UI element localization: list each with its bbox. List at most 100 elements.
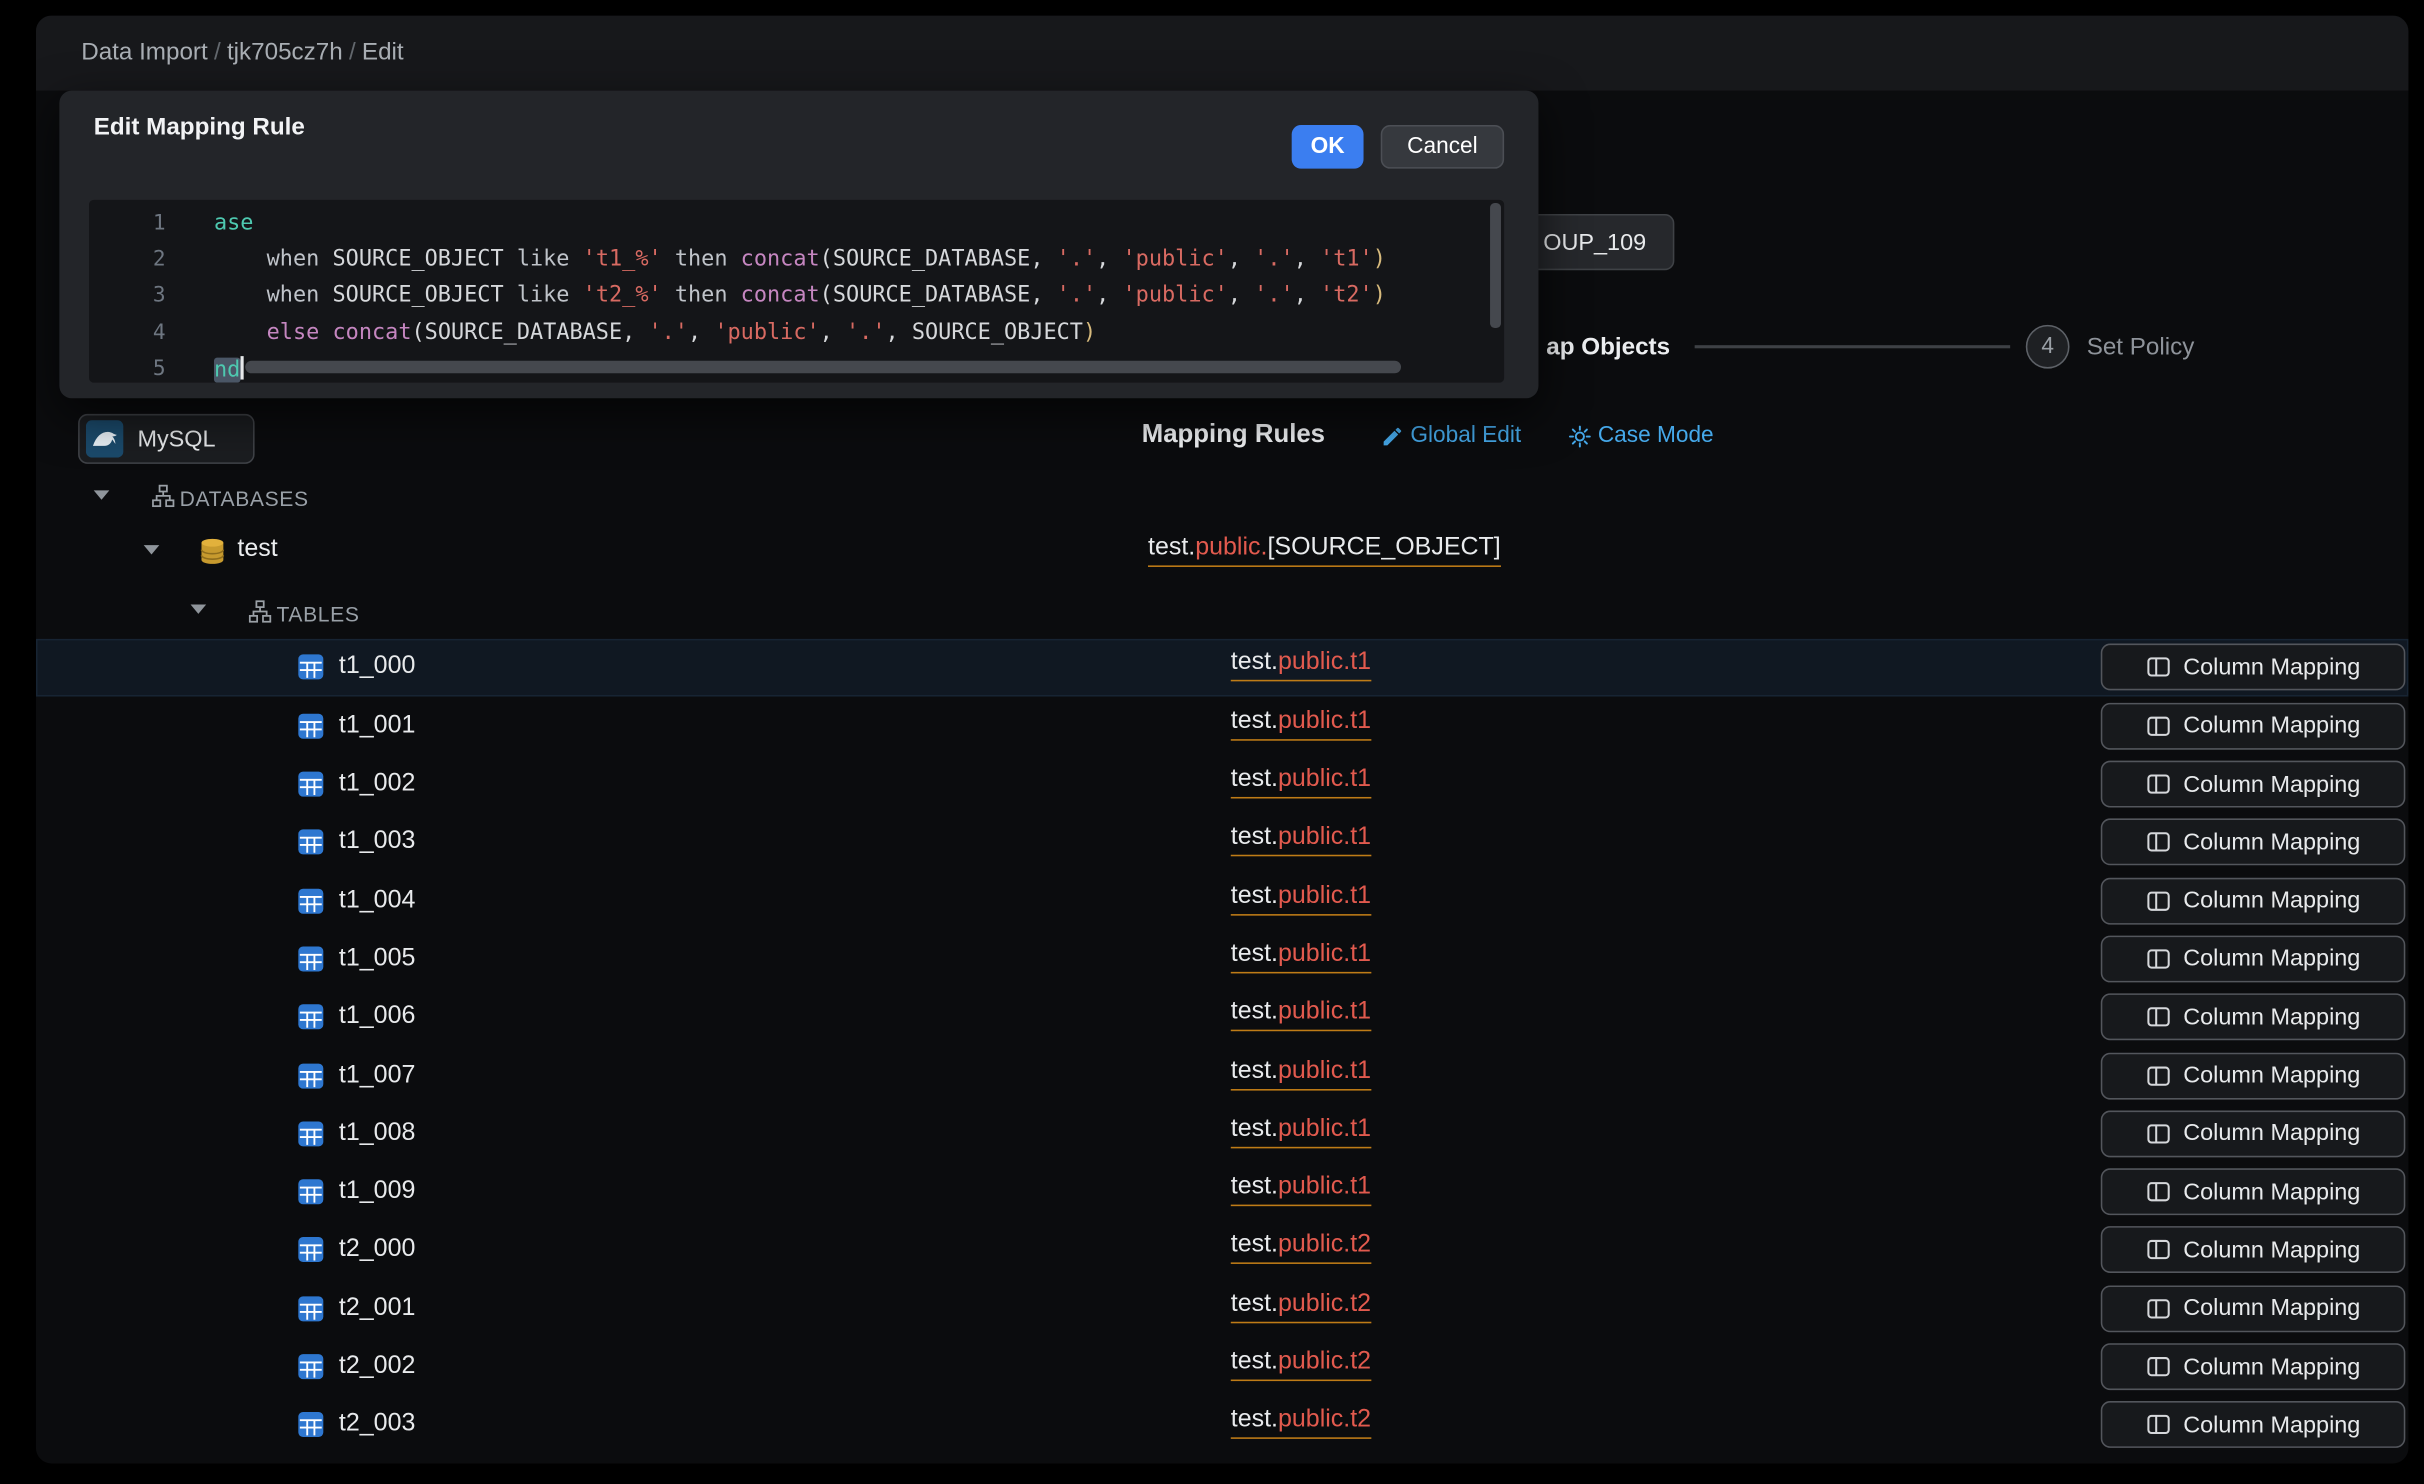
code-text: ase [166, 210, 254, 235]
code-lines: 1ase2 when SOURCE_OBJECT like 't1_%' the… [89, 205, 1504, 383]
table-row[interactable]: t1_009 test.public.t1 Column Mapping [36, 1163, 2409, 1221]
column-mapping-button[interactable]: Column Mapping [2101, 1401, 2406, 1448]
code-line: 2 when SOURCE_OBJECT like 't1_%' then co… [89, 241, 1504, 278]
breadcrumb-separator: / [349, 39, 356, 67]
row-mapping[interactable]: test.public.t1 [1231, 649, 1371, 682]
table-icon [297, 770, 325, 798]
row-mapping[interactable]: test.public.t1 [1231, 882, 1371, 915]
column-mapping-label: Column Mapping [2183, 1120, 2360, 1147]
table-icon [297, 1120, 325, 1148]
modal-title: Edit Mapping Rule [94, 114, 305, 142]
column-mapping-icon [2146, 1354, 2171, 1379]
column-mapping-button[interactable]: Column Mapping [2101, 994, 2406, 1041]
column-mapping-icon [2146, 1296, 2171, 1321]
table-icon [297, 887, 325, 915]
table-row[interactable]: t2_002 test.public.t2 Column Mapping [36, 1338, 2409, 1396]
table-row[interactable]: t2_000 test.public.t2 Column Mapping [36, 1221, 2409, 1279]
table-row[interactable]: t1_000 test.public.t1 Column Mapping [36, 638, 2409, 696]
column-mapping-button[interactable]: Column Mapping [2101, 644, 2406, 691]
code-line: 1ase [89, 205, 1504, 242]
code-editor[interactable]: 1ase2 when SOURCE_OBJECT like 't1_%' the… [89, 200, 1504, 383]
table-icon [297, 1061, 325, 1089]
table-row[interactable]: t1_005 test.public.t1 Column Mapping [36, 930, 2409, 988]
global-edit-button[interactable]: Global Edit [1381, 423, 1521, 448]
column-mapping-button[interactable]: Column Mapping [2101, 1168, 2406, 1215]
table-row[interactable]: t1_004 test.public.t1 Column Mapping [36, 872, 2409, 930]
database-icon [198, 537, 226, 565]
table-icon [297, 654, 325, 682]
table-row[interactable]: t1_006 test.public.t1 Column Mapping [36, 988, 2409, 1046]
row-mapping[interactable]: test.public.t1 [1231, 1057, 1371, 1090]
case-mode-label: Case Mode [1598, 423, 1714, 448]
column-mapping-button[interactable]: Column Mapping [2101, 702, 2406, 749]
row-mapping[interactable]: test.public.t1 [1231, 766, 1371, 799]
column-mapping-button[interactable]: Column Mapping [2101, 819, 2406, 866]
source-db-chip[interactable]: MySQL [78, 414, 254, 464]
case-mode-button[interactable]: Case Mode [1568, 423, 1714, 448]
column-mapping-button[interactable]: Column Mapping [2101, 1285, 2406, 1332]
table-name: t1_007 [339, 1061, 415, 1089]
row-mapping[interactable]: test.public.t2 [1231, 1348, 1371, 1381]
row-mapping[interactable]: test.public.t1 [1231, 999, 1371, 1032]
table-name: t2_001 [339, 1294, 415, 1322]
code-text: when SOURCE_OBJECT like 't1_%' then conc… [166, 247, 1386, 272]
row-mapping[interactable]: test.public.t2 [1231, 1290, 1371, 1323]
column-mapping-button[interactable]: Column Mapping [2101, 935, 2406, 982]
column-mapping-icon [2146, 772, 2171, 797]
ok-button[interactable]: OK [1292, 125, 1364, 169]
table-row[interactable]: t2_001 test.public.t2 Column Mapping [36, 1279, 2409, 1337]
breadcrumb-item[interactable]: Edit [362, 39, 404, 67]
tables-group-label: TABLES [276, 603, 359, 626]
row-mapping[interactable]: test.public.t2 [1231, 1232, 1371, 1265]
table-name: t1_008 [339, 1120, 415, 1148]
table-rows: t1_000 test.public.t1 Column Mapping t1_… [36, 638, 2409, 1454]
table-name: t1_009 [339, 1178, 415, 1206]
table-row[interactable]: t1_008 test.public.t1 Column Mapping [36, 1105, 2409, 1163]
caret-down-icon[interactable] [191, 604, 207, 613]
caret-down-icon[interactable] [144, 545, 160, 554]
code-line: 5nd [89, 351, 1504, 383]
table-icon [297, 712, 325, 740]
column-mapping-icon [2146, 1238, 2171, 1263]
column-mapping-label: Column Mapping [2183, 654, 2360, 681]
wizard-step4-label-text: Set Policy [2087, 334, 2195, 362]
table-row[interactable]: t2_003 test.public.t2 Column Mapping [36, 1396, 2409, 1454]
row-mapping[interactable]: test.public.t1 [1231, 824, 1371, 857]
table-row[interactable]: t1_001 test.public.t1 Column Mapping [36, 697, 2409, 755]
column-mapping-button[interactable]: Column Mapping [2101, 1343, 2406, 1390]
column-mapping-button[interactable]: Column Mapping [2101, 1110, 2406, 1157]
group-tag-label: OUP_109 [1543, 229, 1646, 256]
sitemap-icon [152, 484, 175, 507]
table-icon [297, 828, 325, 856]
column-mapping-icon [2146, 830, 2171, 855]
row-mapping[interactable]: test.public.t1 [1231, 941, 1371, 974]
database-name[interactable]: test [237, 536, 277, 564]
code-text: when SOURCE_OBJECT like 't2_%' then conc… [166, 283, 1386, 308]
column-mapping-label: Column Mapping [2183, 1412, 2360, 1439]
source-db-label: MySQL [137, 426, 215, 453]
cancel-button[interactable]: Cancel [1381, 125, 1504, 169]
row-mapping[interactable]: test.public.t1 [1231, 1174, 1371, 1207]
column-mapping-button[interactable]: Column Mapping [2101, 877, 2406, 924]
column-mapping-button[interactable]: Column Mapping [2101, 1227, 2406, 1274]
breadcrumb-item[interactable]: Data Import [81, 39, 207, 67]
column-mapping-button[interactable]: Column Mapping [2101, 1052, 2406, 1099]
vertical-scrollbar[interactable] [1490, 203, 1501, 328]
table-row[interactable]: t1_007 test.public.t1 Column Mapping [36, 1046, 2409, 1104]
database-mapping[interactable]: test.public.[SOURCE_OBJECT] [1148, 534, 1501, 567]
caret-down-icon[interactable] [94, 490, 110, 499]
row-mapping[interactable]: test.public.t1 [1231, 1115, 1371, 1148]
breadcrumb-item[interactable]: tjk705cz7h [227, 39, 343, 67]
column-mapping-label: Column Mapping [2183, 1062, 2360, 1089]
table-row[interactable]: t1_002 test.public.t1 Column Mapping [36, 755, 2409, 813]
column-mapping-icon [2146, 946, 2171, 971]
app-stage: Data Import/tjk705cz7h/Edit OUP_109 ap O… [0, 0, 2424, 1484]
table-row[interactable]: t1_003 test.public.t1 Column Mapping [36, 813, 2409, 871]
column-mapping-button[interactable]: Column Mapping [2101, 761, 2406, 808]
column-mapping-label: Column Mapping [2183, 887, 2360, 914]
table-icon [297, 1294, 325, 1322]
row-mapping[interactable]: test.public.t1 [1231, 708, 1371, 741]
row-mapping[interactable]: test.public.t2 [1231, 1407, 1371, 1440]
mapping-rules-title: Mapping Rules [1142, 420, 1325, 450]
column-mapping-label: Column Mapping [2183, 1004, 2360, 1031]
